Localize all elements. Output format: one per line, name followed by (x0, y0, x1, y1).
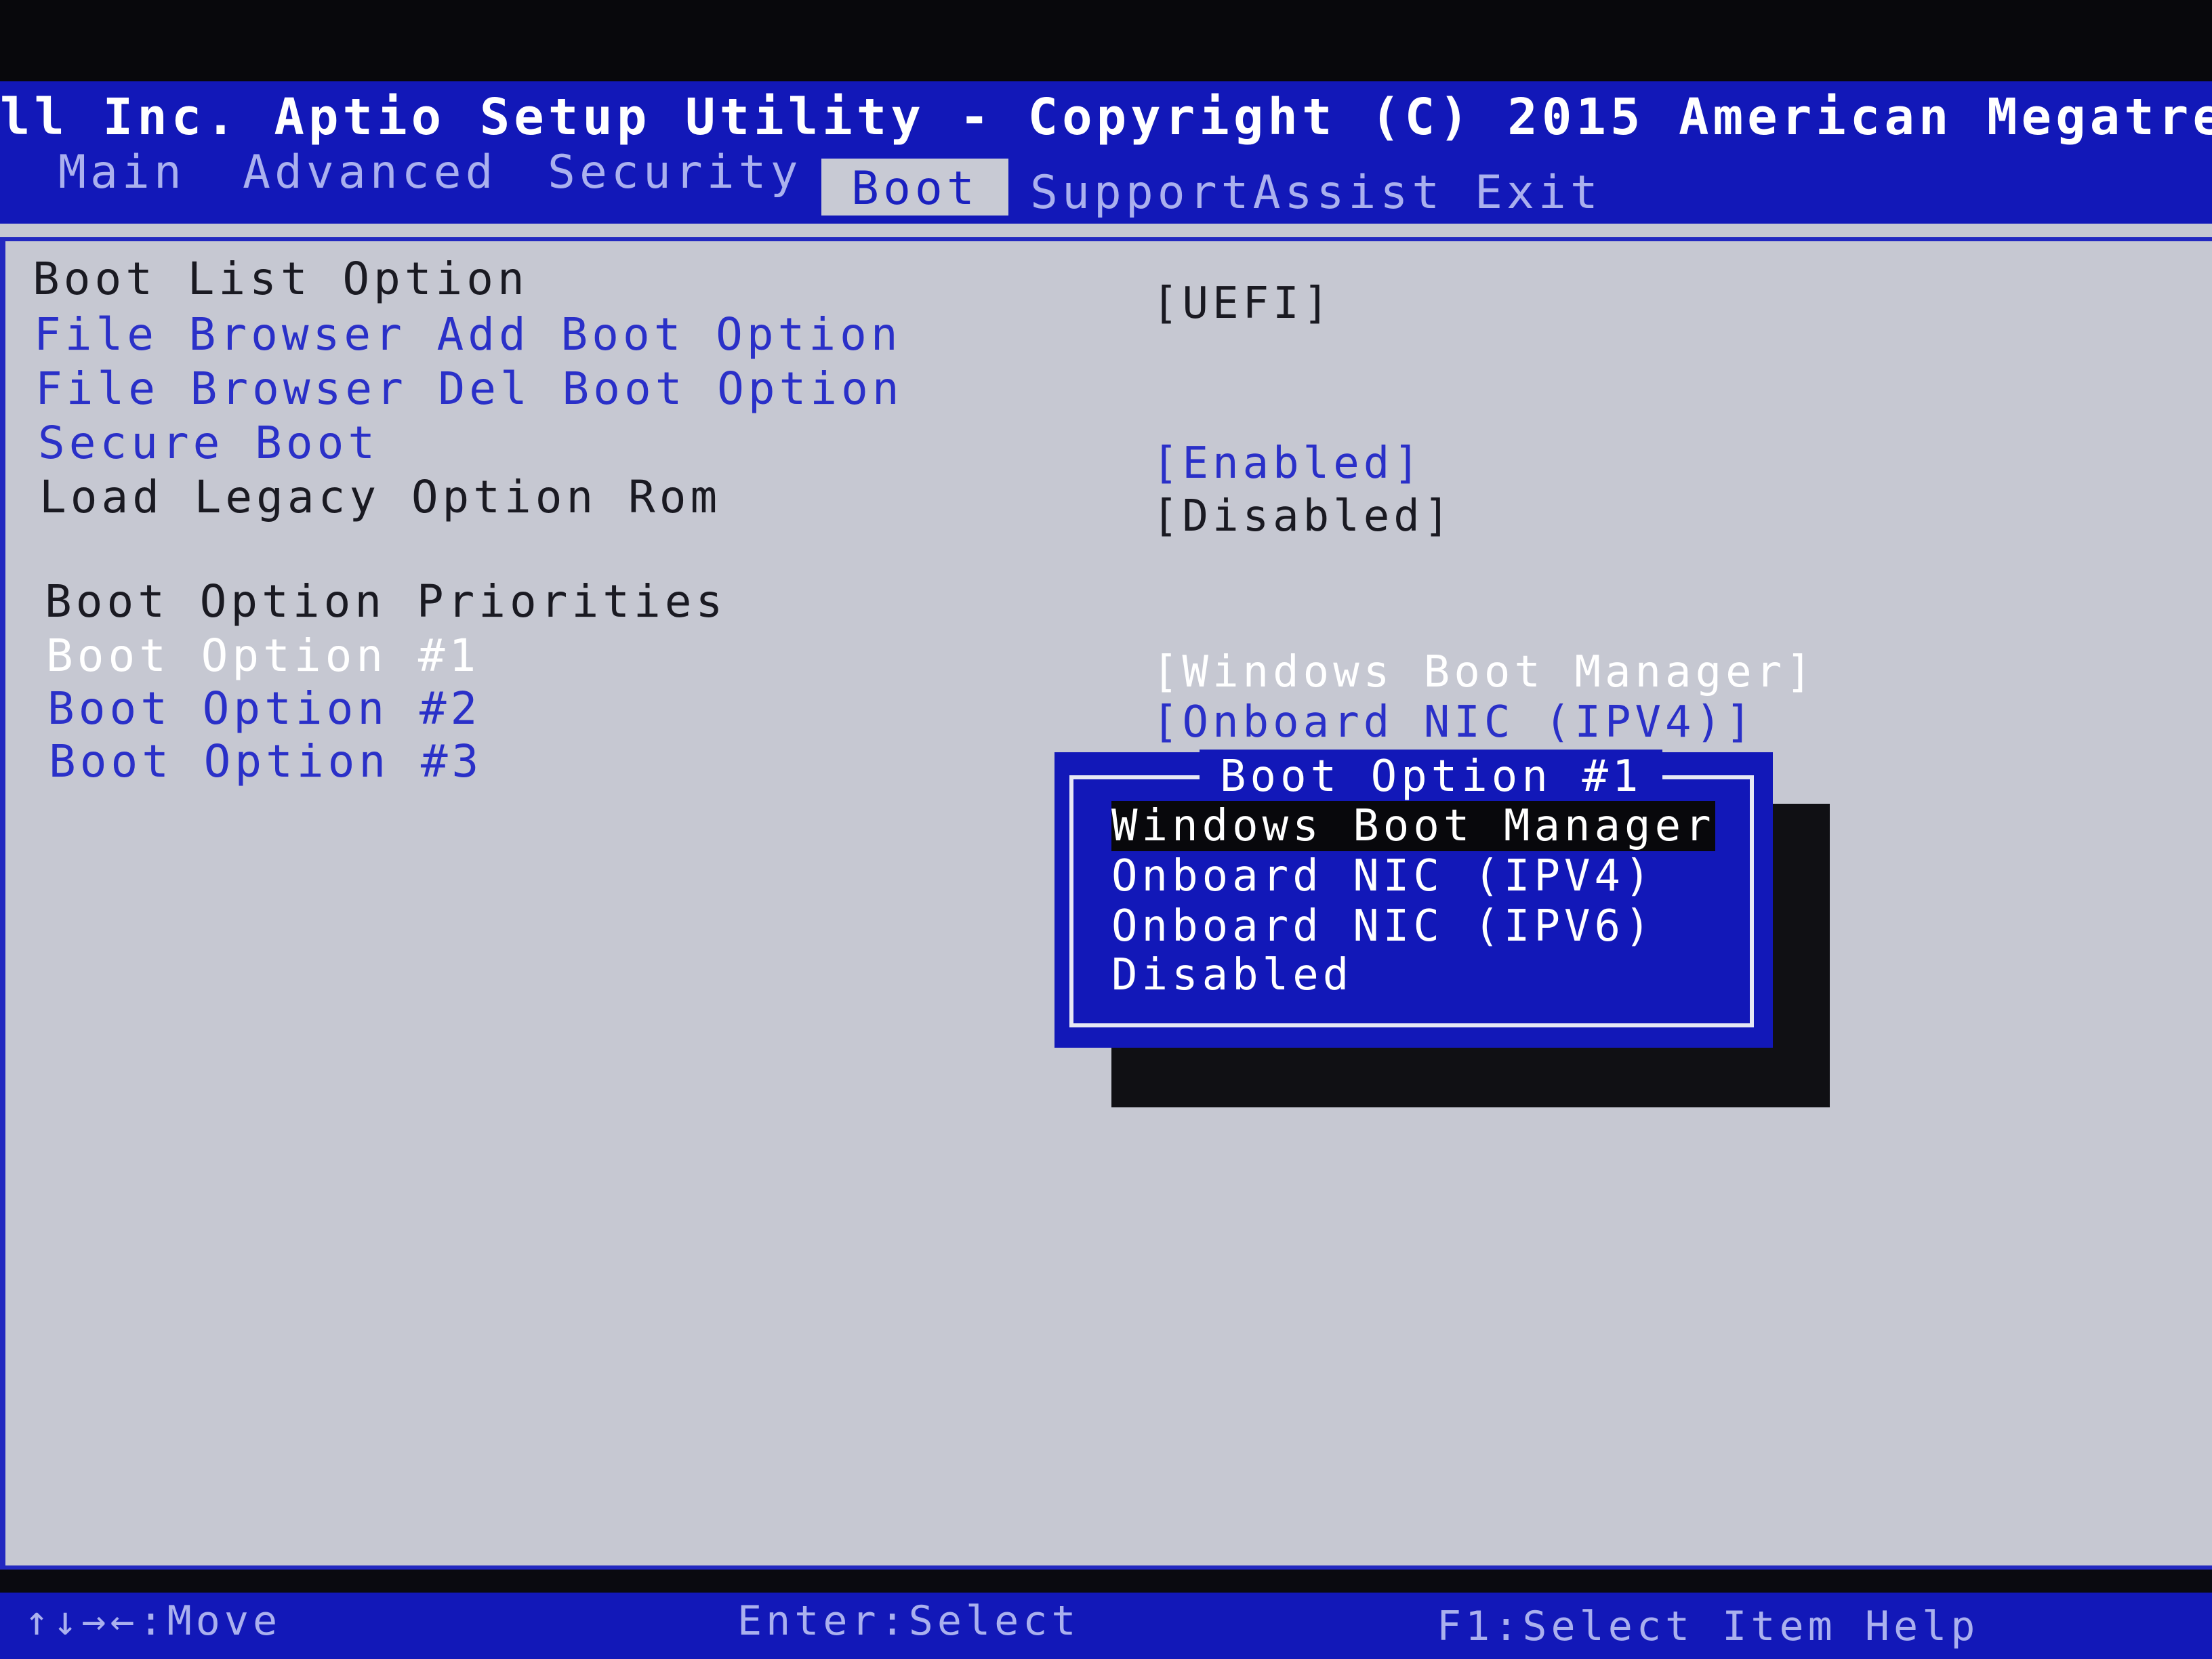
tab-boot[interactable]: Boot (821, 159, 1008, 216)
boot-list-option-label[interactable]: Boot List Option (33, 252, 529, 306)
popup-option-disabled[interactable]: Disabled (1111, 950, 1353, 1000)
footer-move-hint: ↑↓→←:Move (24, 1597, 282, 1645)
secure-boot-value[interactable]: [Enabled] (1152, 436, 1424, 491)
tab-exit[interactable]: Exit (1475, 163, 1602, 224)
panel-bottom-border (0, 1565, 2212, 1570)
bezel-top (0, 0, 2212, 88)
panel-left-border (0, 237, 5, 1570)
tab-supportassist[interactable]: SupportAssist (1030, 163, 1443, 224)
boot-option-3-label[interactable]: Boot Option #3 (49, 735, 483, 789)
boot-option-1-value[interactable]: [Windows Boot Manager] (1152, 645, 1816, 699)
tab-security[interactable]: Security (548, 142, 802, 203)
file-browser-del-boot-option[interactable]: File Browser Del Boot Option (35, 362, 903, 416)
boot-list-option-value[interactable]: [UEFI] (1152, 276, 1333, 331)
bios-screen: ll Inc. Aptio Setup Utility - Copyright … (0, 0, 2212, 1659)
load-legacy-option-rom-label[interactable]: Load Legacy Option Rom (39, 470, 721, 525)
popup-option-onboard-nic-ipv6[interactable]: Onboard NIC (IPV6) (1111, 901, 1655, 951)
footer-enter-hint: Enter:Select (737, 1597, 1080, 1645)
boot-option-2-label[interactable]: Boot Option #2 (47, 682, 481, 736)
tab-advanced[interactable]: Advanced (243, 142, 497, 203)
boot-option-2-value[interactable]: [Onboard NIC (IPV4)] (1152, 695, 1756, 750)
popup-option-onboard-nic-ipv4[interactable]: Onboard NIC (IPV4) (1111, 851, 1655, 901)
load-legacy-option-rom-value[interactable]: [Disabled] (1152, 489, 1454, 544)
boot-option-priorities-heading: Boot Option Priorities (45, 575, 727, 628)
secure-boot-label[interactable]: Secure Boot (38, 416, 379, 470)
popup-option-windows-boot-manager[interactable]: Windows Boot Manager (1111, 801, 1715, 851)
panel-top-border (0, 237, 2212, 241)
footer-f1-hint: F1:Select Item Help (1437, 1603, 1980, 1650)
boot-option-1-label[interactable]: Boot Option #1 (46, 629, 480, 683)
file-browser-add-boot-option[interactable]: File Browser Add Boot Option (34, 308, 902, 362)
tab-main[interactable]: Main (58, 142, 186, 203)
app-title: ll Inc. Aptio Setup Utility - Copyright … (0, 88, 2212, 146)
popup-title: Boot Option #1 (1200, 750, 1663, 804)
